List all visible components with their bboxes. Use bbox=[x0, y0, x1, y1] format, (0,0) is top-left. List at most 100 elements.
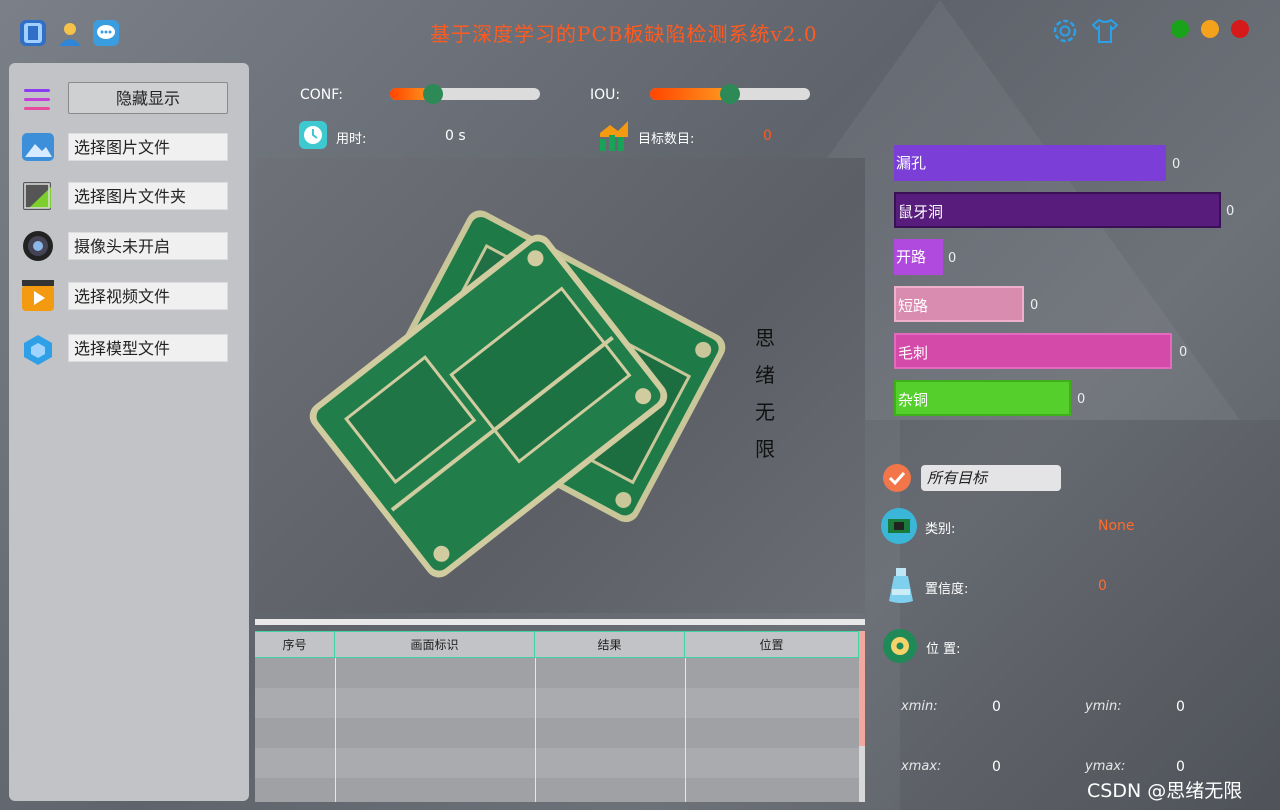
confidence-label: 置信度: bbox=[925, 582, 969, 597]
image-icon bbox=[21, 130, 55, 164]
ymax-value: 0 bbox=[1176, 759, 1185, 775]
table-cell bbox=[335, 778, 536, 802]
position-label: 位 置: bbox=[926, 642, 961, 657]
table-cell bbox=[535, 718, 686, 748]
splitter[interactable] bbox=[255, 619, 865, 625]
defect-count: 0 bbox=[1179, 345, 1188, 360]
xmax-value: 0 bbox=[992, 759, 1001, 775]
column-header[interactable]: 结果 bbox=[535, 631, 685, 657]
table-cell bbox=[335, 748, 536, 778]
chart-icon bbox=[598, 119, 630, 151]
table-row[interactable] bbox=[255, 718, 859, 749]
table-cell bbox=[255, 658, 336, 688]
iou-slider[interactable] bbox=[650, 84, 810, 104]
table-header: 序号 画面标识 结果 位置 bbox=[255, 631, 859, 658]
clock-icon bbox=[299, 121, 327, 149]
video-icon bbox=[21, 279, 55, 313]
ymax-label: ymax: bbox=[1085, 759, 1126, 774]
camera-icon bbox=[21, 229, 55, 263]
app-icon[interactable] bbox=[20, 20, 46, 46]
defect-count: 0 bbox=[1030, 298, 1039, 313]
shirt-icon[interactable] bbox=[1090, 16, 1120, 46]
select-model-button[interactable]: 选择模型文件 bbox=[68, 334, 228, 362]
column-header[interactable]: 位置 bbox=[685, 631, 859, 657]
caption-char: 限 bbox=[755, 437, 775, 461]
user-icon[interactable] bbox=[57, 20, 83, 46]
count-label: 目标数目: bbox=[638, 132, 695, 147]
table-row[interactable] bbox=[255, 748, 859, 779]
gear-icon[interactable] bbox=[1050, 16, 1080, 46]
table-cell bbox=[535, 658, 686, 688]
minimize-dot[interactable] bbox=[1201, 20, 1219, 38]
sidebar bbox=[9, 63, 249, 801]
table-cell bbox=[685, 778, 859, 802]
table-row[interactable] bbox=[255, 688, 859, 719]
vertical-caption: 思 绪 无 限 bbox=[755, 320, 777, 468]
iou-slider-handle[interactable] bbox=[720, 84, 740, 104]
table-cell bbox=[535, 688, 686, 718]
column-header[interactable]: 序号 bbox=[255, 631, 335, 657]
select-folder-button[interactable]: 选择图片文件夹 bbox=[68, 182, 228, 210]
conf-slider[interactable] bbox=[390, 84, 540, 104]
conf-label: CONF: bbox=[300, 87, 343, 103]
table-cell bbox=[255, 778, 336, 802]
flask-icon bbox=[886, 567, 916, 605]
watermark: CSDN @思绪无限 bbox=[1087, 780, 1243, 802]
iou-label: IOU: bbox=[590, 87, 621, 103]
circuit-icon bbox=[880, 507, 918, 545]
xmin-value: 0 bbox=[992, 699, 1001, 715]
table-cell bbox=[335, 658, 536, 688]
table-row[interactable] bbox=[255, 658, 859, 689]
defect-bar-short: 短路 bbox=[894, 286, 1024, 322]
defect-count: 0 bbox=[1226, 204, 1235, 219]
results-table: 序号 画面标识 结果 位置 bbox=[255, 631, 859, 802]
class-value: None bbox=[1098, 518, 1135, 534]
caption-char: 绪 bbox=[755, 363, 775, 387]
target-select[interactable]: 所有目标 bbox=[921, 465, 1061, 491]
defect-bar-open-circuit: 开路 bbox=[894, 239, 943, 275]
ymin-label: ymin: bbox=[1085, 699, 1122, 714]
table-cell bbox=[335, 718, 536, 748]
toggle-display-button[interactable]: 隐藏显示 bbox=[68, 82, 228, 114]
defect-count: 0 bbox=[1077, 392, 1086, 407]
chat-icon[interactable] bbox=[93, 20, 119, 46]
table-cell bbox=[685, 688, 859, 718]
xmax-label: xmax: bbox=[901, 759, 942, 774]
table-cell bbox=[255, 748, 336, 778]
select-video-button[interactable]: 选择视频文件 bbox=[68, 282, 228, 310]
table-cell bbox=[335, 688, 536, 718]
image-display: 思 绪 无 限 bbox=[255, 158, 865, 613]
table-scrollbar[interactable] bbox=[859, 631, 865, 802]
scrollbar-thumb[interactable] bbox=[859, 631, 865, 746]
conf-slider-handle[interactable] bbox=[423, 84, 443, 104]
table-cell bbox=[255, 718, 336, 748]
menu-icon[interactable] bbox=[21, 83, 55, 117]
table-cell bbox=[535, 778, 686, 802]
close-dot[interactable] bbox=[1231, 20, 1249, 38]
xmin-label: xmin: bbox=[901, 699, 938, 714]
select-image-button[interactable]: 选择图片文件 bbox=[68, 133, 228, 161]
time-label: 用时: bbox=[336, 132, 367, 147]
defect-bar-missing-hole: 漏孔 bbox=[894, 145, 1166, 181]
count-value: 0 bbox=[763, 128, 772, 144]
folder-icon bbox=[21, 179, 55, 213]
column-header[interactable]: 画面标识 bbox=[335, 631, 535, 657]
camera-button[interactable]: 摄像头未开启 bbox=[68, 232, 228, 260]
ymin-value: 0 bbox=[1176, 699, 1185, 715]
caption-char: 无 bbox=[755, 400, 775, 424]
table-cell bbox=[685, 658, 859, 688]
class-label: 类别: bbox=[925, 522, 956, 537]
app-title: 基于深度学习的PCB板缺陷检测系统v2.0 bbox=[430, 22, 818, 46]
caption-char: 思 bbox=[755, 326, 775, 350]
table-row[interactable] bbox=[255, 778, 859, 802]
table-cell bbox=[685, 748, 859, 778]
defect-bar-mouse-bite: 鼠牙洞 bbox=[894, 192, 1221, 228]
model-icon bbox=[21, 333, 55, 367]
defect-count: 0 bbox=[948, 251, 957, 266]
defect-count: 0 bbox=[1172, 157, 1181, 172]
maximize-dot[interactable] bbox=[1171, 20, 1189, 38]
defect-bar-spur: 毛刺 bbox=[894, 333, 1172, 369]
position-icon bbox=[882, 628, 918, 664]
check-icon[interactable] bbox=[882, 463, 912, 493]
defect-bar-spurious-copper: 杂铜 bbox=[894, 380, 1071, 416]
